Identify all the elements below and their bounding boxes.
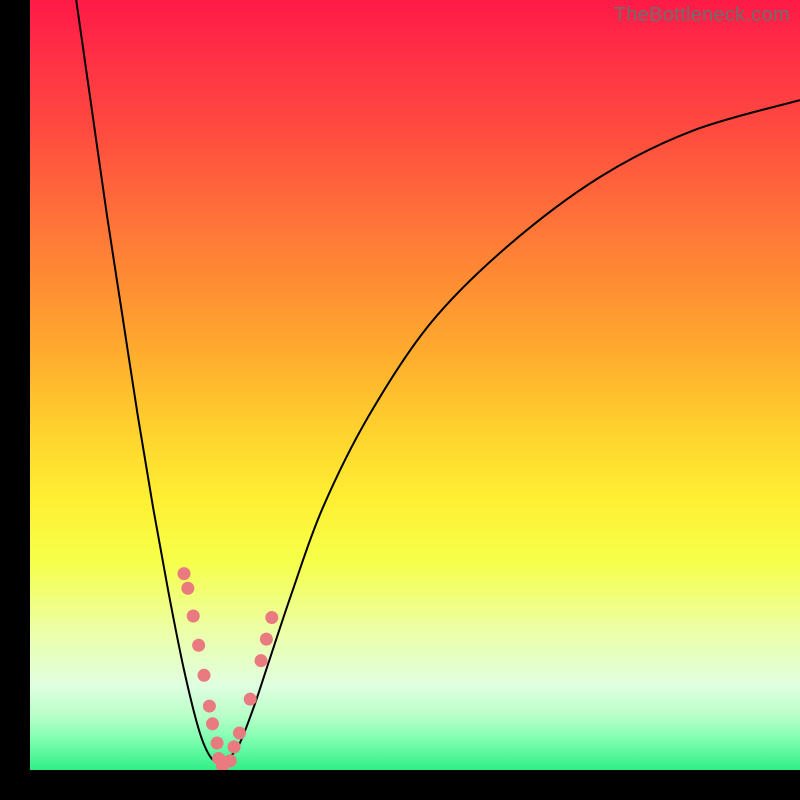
marker-dot <box>187 610 200 623</box>
axis-bottom-strip <box>0 770 800 800</box>
marker-dot <box>198 669 211 682</box>
curve-right-curve <box>223 100 800 764</box>
watermark-text: TheBottleneck.com <box>614 4 790 27</box>
marker-dot <box>206 717 219 730</box>
marker-dot <box>260 633 273 646</box>
marker-dot <box>228 740 241 753</box>
marker-dot <box>192 639 205 652</box>
marker-dot <box>265 611 278 624</box>
marker-dot <box>233 727 246 740</box>
plot-area <box>30 0 800 770</box>
marker-dot <box>203 700 216 713</box>
chart-frame: TheBottleneck.com <box>0 0 800 800</box>
marker-dot <box>178 567 191 580</box>
marker-dot <box>211 737 224 750</box>
marker-dot <box>244 693 257 706</box>
chart-svg <box>30 0 800 770</box>
marker-dot <box>255 654 268 667</box>
axis-left-strip <box>0 0 30 800</box>
marker-dot <box>181 582 194 595</box>
marker-dot <box>224 754 237 767</box>
